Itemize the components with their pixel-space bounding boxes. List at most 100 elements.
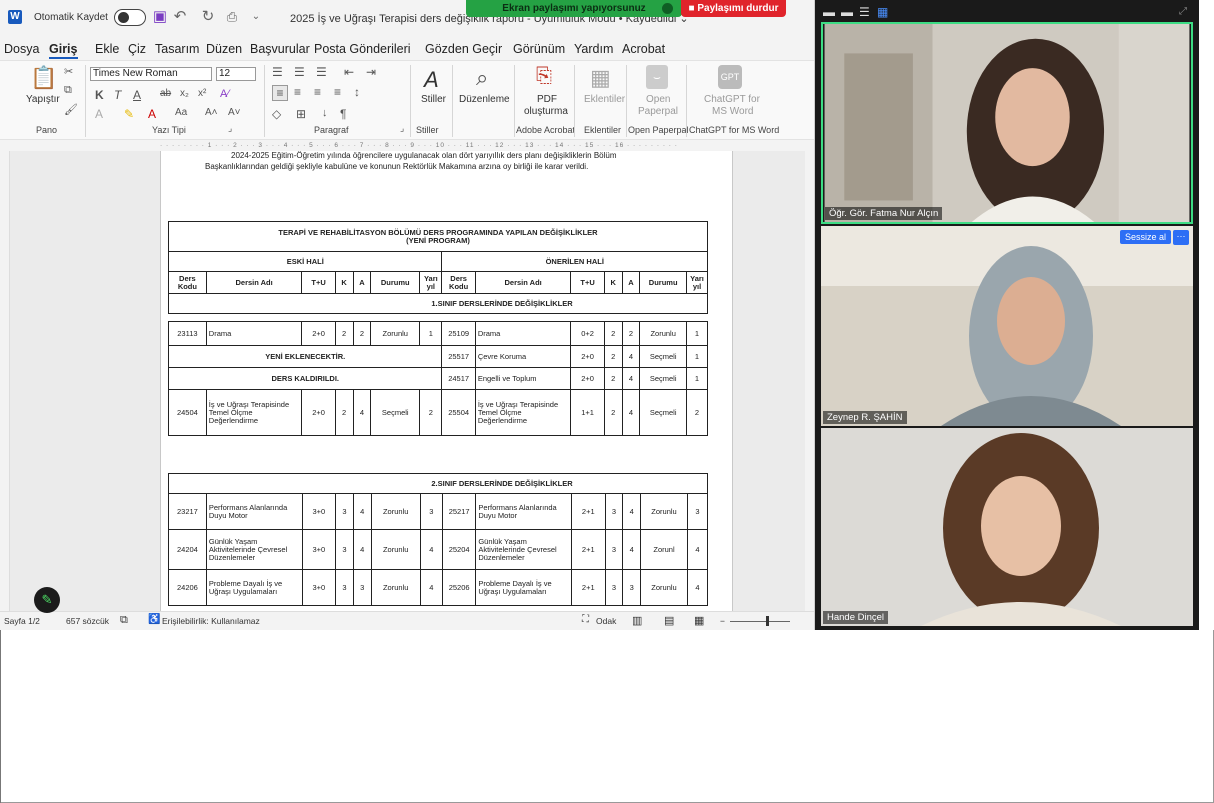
pdf-icon[interactable]: ⎘ bbox=[536, 65, 552, 88]
stop-share-button[interactable]: ■ Paylaşımı durdur bbox=[681, 0, 786, 17]
paperpal-label-2[interactable]: Paperpal bbox=[638, 106, 678, 117]
document-page[interactable]: 2024-2025 Eğitim-Öğretim yılında öğrenci… bbox=[160, 151, 733, 611]
text-effects-icon[interactable]: A bbox=[95, 107, 103, 121]
cut-icon[interactable]: ✂ bbox=[64, 65, 73, 78]
focus-button[interactable]: Odak bbox=[596, 616, 616, 626]
bullets-icon[interactable]: ☰ bbox=[272, 65, 283, 79]
sort-icon[interactable]: ↓ bbox=[322, 107, 328, 119]
highlight-icon[interactable]: ✎ bbox=[124, 107, 134, 121]
numbering-icon[interactable]: ☰ bbox=[294, 65, 305, 79]
italic-icon[interactable]: T bbox=[114, 88, 121, 102]
changes-table-2[interactable]: 2.SINIF DERSLERİNDE DEĞİŞİKLİKLER 23217 … bbox=[168, 473, 709, 606]
line-spacing-icon[interactable]: ↕ bbox=[354, 85, 360, 99]
styles-icon[interactable]: A bbox=[424, 67, 439, 93]
accessibility-status[interactable]: Erişilebilirlik: Kullanılamaz bbox=[162, 616, 260, 626]
grow-font-icon[interactable]: A˄ bbox=[205, 107, 218, 118]
font-dialog-icon[interactable]: ⌟ bbox=[228, 123, 232, 134]
menu-design[interactable]: Tasarım bbox=[155, 42, 199, 56]
customize-toolbar-icon[interactable]: ⌄ bbox=[246, 7, 266, 27]
clear-format-icon[interactable]: A⁄ bbox=[220, 88, 229, 100]
align-center-icon[interactable]: ≡ bbox=[294, 85, 301, 99]
show-marks-icon[interactable]: ¶ bbox=[340, 107, 346, 121]
redo-icon[interactable]: ↻ bbox=[198, 7, 218, 27]
menu-mailings[interactable]: Posta Gönderileri bbox=[314, 42, 411, 56]
read-mode-icon[interactable]: ▥ bbox=[632, 614, 642, 627]
vertical-ruler[interactable] bbox=[0, 151, 10, 611]
gallery-view-icon[interactable]: ▦ bbox=[877, 6, 888, 18]
menu-draw[interactable]: Çiz bbox=[128, 42, 146, 56]
menu-file[interactable]: Dosya bbox=[4, 42, 39, 56]
zoom-out-icon[interactable]: − bbox=[720, 616, 725, 626]
shading-icon[interactable]: ◇ bbox=[272, 107, 281, 121]
menu-help[interactable]: Yardım bbox=[574, 42, 613, 56]
expand-icon[interactable]: ⤢ bbox=[1179, 6, 1187, 18]
page-count[interactable]: Sayfa 1/2 bbox=[4, 616, 40, 626]
menu-home[interactable]: Giriş bbox=[49, 42, 78, 59]
menu-view[interactable]: Görünüm bbox=[513, 42, 565, 56]
font-name-box[interactable]: Times New Roman bbox=[90, 67, 212, 81]
align-right-icon[interactable]: ≡ bbox=[314, 85, 321, 99]
print-preview-icon[interactable]: ⎙ bbox=[222, 7, 242, 27]
copy-icon[interactable]: ⧉ bbox=[64, 84, 72, 97]
change-case-icon[interactable]: Aa bbox=[175, 107, 187, 118]
accessibility-icon[interactable]: ♿ bbox=[148, 614, 160, 625]
decrease-indent-icon[interactable]: ⇤ bbox=[344, 65, 354, 79]
layout-icon[interactable]: ▬ bbox=[841, 6, 853, 18]
paragraph-dialog-icon[interactable]: ⌟ bbox=[400, 123, 404, 134]
pdf-label-1[interactable]: PDF bbox=[537, 94, 557, 105]
justify-icon[interactable]: ≡ bbox=[334, 85, 341, 99]
draw-pen-icon[interactable]: ✎ bbox=[34, 587, 60, 613]
minimize-icon[interactable]: ▬ bbox=[823, 6, 835, 18]
addins-button[interactable]: Eklentiler bbox=[584, 94, 625, 105]
chatgpt-label-2[interactable]: MS Word bbox=[712, 106, 754, 117]
zoom-slider[interactable] bbox=[730, 621, 790, 622]
mute-button[interactable]: Sessize al bbox=[1119, 230, 1171, 244]
horizontal-ruler[interactable]: · · · · · · · · 1 · · · 2 · · · 3 · · · … bbox=[0, 141, 814, 151]
proofing-icon[interactable]: ⧉ bbox=[120, 614, 128, 627]
bold-icon[interactable]: K bbox=[95, 88, 104, 102]
save-icon[interactable]: ▣ bbox=[150, 7, 170, 27]
focus-icon[interactable]: ⛶ bbox=[582, 614, 589, 625]
menu-acrobat[interactable]: Acrobat bbox=[622, 42, 665, 56]
shrink-font-icon[interactable]: A˅ bbox=[228, 107, 241, 118]
undo-icon[interactable]: ↶ bbox=[170, 7, 190, 27]
paperpal-label-1[interactable]: Open bbox=[646, 94, 670, 105]
addins-icon[interactable]: ▦ bbox=[590, 65, 611, 91]
document-area[interactable]: 2024-2025 Eğitim-Öğretim yılında öğrenci… bbox=[10, 151, 805, 611]
video-tile-2[interactable]: Sessize al ··· Zeynep R. ŞAHİN bbox=[821, 226, 1193, 426]
underline-icon[interactable]: A bbox=[133, 88, 141, 102]
paste-icon[interactable]: 📋 bbox=[30, 65, 57, 91]
menu-references[interactable]: Başvurular bbox=[250, 42, 310, 56]
menu-layout[interactable]: Düzen bbox=[206, 42, 242, 56]
paste-button[interactable]: Yapıştır bbox=[26, 94, 60, 105]
pdf-label-2[interactable]: oluşturma bbox=[524, 106, 568, 117]
search-icon[interactable]: ⌕ bbox=[476, 65, 488, 91]
vertical-scrollbar[interactable] bbox=[805, 151, 814, 611]
strikethrough-icon[interactable]: ab bbox=[160, 88, 171, 99]
zoom-slider-thumb[interactable] bbox=[766, 616, 769, 626]
borders-icon[interactable]: ⊞ bbox=[296, 107, 306, 121]
chatgpt-icon[interactable]: GPT bbox=[718, 65, 742, 89]
font-size-box[interactable]: 12 bbox=[216, 67, 256, 81]
word-count[interactable]: 657 sözcük bbox=[66, 616, 109, 626]
chatgpt-label-1[interactable]: ChatGPT for bbox=[704, 94, 760, 105]
paperpal-icon[interactable]: ⌣ bbox=[646, 65, 668, 89]
menu-review[interactable]: Gözden Geçir bbox=[425, 42, 502, 56]
print-layout-icon[interactable]: ▤ bbox=[664, 614, 674, 627]
multilevel-list-icon[interactable]: ☰ bbox=[316, 65, 327, 79]
format-painter-icon[interactable]: 🖌 bbox=[64, 103, 78, 116]
video-tile-1[interactable]: Öğr. Gör. Fatma Nur Alçın bbox=[821, 22, 1193, 224]
more-options-button[interactable]: ··· bbox=[1173, 230, 1189, 245]
align-left-icon[interactable]: ≡ bbox=[272, 85, 288, 101]
superscript-icon[interactable]: x² bbox=[198, 88, 206, 99]
styles-button[interactable]: Stiller bbox=[421, 94, 446, 105]
web-layout-icon[interactable]: ▦ bbox=[694, 614, 704, 627]
font-color-icon[interactable]: A bbox=[148, 107, 156, 121]
changes-table[interactable]: TERAPİ VE REHABİLİTASYON BÖLÜMÜ DERS PRO… bbox=[167, 221, 708, 436]
menu-insert[interactable]: Ekle bbox=[95, 42, 119, 56]
video-tile-3[interactable]: Hande Dinçel bbox=[821, 428, 1193, 626]
autosave-toggle[interactable] bbox=[114, 9, 146, 26]
increase-indent-icon[interactable]: ⇥ bbox=[366, 65, 376, 79]
editing-button[interactable]: Düzenleme bbox=[459, 94, 510, 105]
menu-icon[interactable]: ☰ bbox=[859, 6, 870, 18]
